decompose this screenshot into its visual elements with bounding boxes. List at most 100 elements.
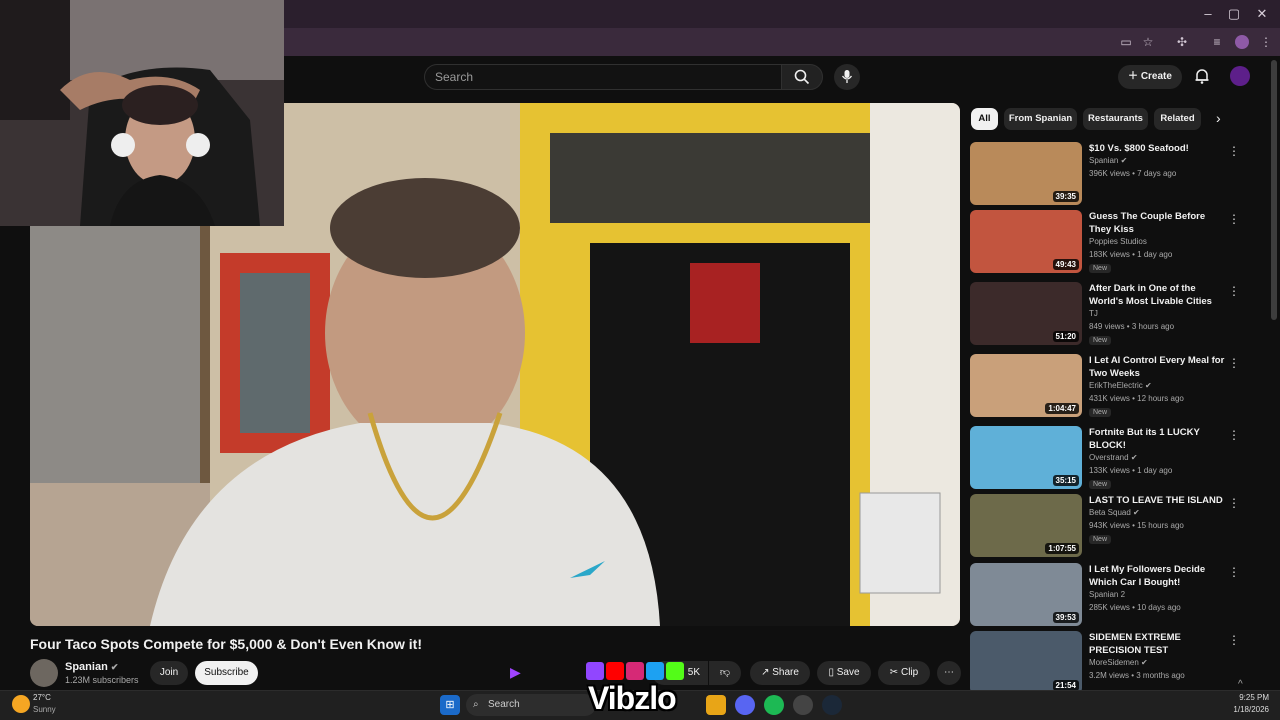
more-options-icon[interactable]: ⋮ — [1228, 565, 1240, 579]
channel-label: Overstrand — [1089, 453, 1129, 462]
notifications-button[interactable] — [1193, 67, 1211, 85]
bookmark-star-icon[interactable]: ☆ — [1138, 32, 1158, 52]
channel-avatar[interactable] — [30, 659, 58, 687]
search-input[interactable]: Search — [424, 64, 782, 90]
recommendation-title[interactable]: I Let AI Control Every Meal for Two Week… — [1089, 354, 1227, 380]
share-button[interactable]: ↗ Share — [750, 661, 810, 685]
more-options-icon[interactable]: ⋮ — [1228, 633, 1240, 647]
video-thumbnail[interactable]: 51:20 — [970, 282, 1082, 345]
channel-label: Beta Squad — [1089, 508, 1131, 517]
discord-icon[interactable] — [735, 695, 755, 715]
recommendation-title[interactable]: LAST TO LEAVE THE ISLAND — [1089, 494, 1227, 507]
chip-restaurants[interactable]: Restaurants — [1083, 108, 1148, 130]
chevron-right-icon[interactable]: › — [1216, 110, 1221, 126]
cast-icon[interactable]: ▭ — [1116, 32, 1136, 52]
minimize-button[interactable]: – — [1198, 4, 1218, 24]
clip-button[interactable]: ✂ Clip — [878, 661, 930, 685]
twitch-icon — [586, 662, 604, 680]
search-icon: ⌕ — [473, 699, 479, 710]
chip-all[interactable]: All — [971, 108, 998, 130]
steam-icon[interactable] — [822, 695, 842, 715]
voice-search-button[interactable] — [834, 64, 860, 90]
create-label: Create — [1140, 71, 1172, 82]
video-duration: 51:20 — [1052, 331, 1079, 342]
microphone-icon — [841, 70, 853, 83]
recommendation-card[interactable]: 1:04:47 I Let AI Control Every Meal for T… — [970, 354, 1240, 418]
channel-name[interactable]: Spanian ✔ — [65, 661, 118, 673]
recommendation-title[interactable]: Fortnite But its 1 LUCKY BLOCK! — [1089, 426, 1227, 452]
video-thumbnail[interactable]: 1:04:47 — [970, 354, 1082, 417]
recommendation-card[interactable]: 49:43 Guess The Couple Before They Kiss Po… — [970, 210, 1240, 274]
vibzlo-watermark: Vibzlo — [588, 680, 677, 716]
tray-chevron-icon[interactable]: ^ — [1238, 679, 1243, 690]
dislike-button[interactable]: 👎︎ — [709, 661, 741, 685]
chip-from-spanian[interactable]: From Spanian — [1004, 108, 1077, 130]
recommendation-title[interactable]: After Dark in One of the World's Most Li… — [1089, 282, 1227, 308]
new-badge: New — [1089, 535, 1112, 544]
video-thumbnail[interactable]: 21:54 — [970, 631, 1082, 694]
taskbar-search[interactable]: ⌕ Search — [466, 694, 596, 716]
more-options-icon[interactable]: ⋮ — [1228, 144, 1240, 158]
recommendation-channel[interactable]: TJ — [1089, 309, 1098, 318]
maximize-button[interactable]: ▢ — [1224, 4, 1244, 24]
chrome-icon[interactable] — [793, 695, 813, 715]
channel-label: Spanian 2 — [1089, 590, 1126, 599]
start-icon[interactable]: ⊞ — [440, 695, 460, 715]
video-thumbnail[interactable]: 39:53 — [970, 563, 1082, 626]
join-button[interactable]: Join — [150, 661, 188, 685]
subscribe-button[interactable]: Subscribe — [195, 661, 258, 685]
recommendation-channel[interactable]: ErikTheElectric ✔ — [1089, 381, 1152, 390]
video-thumbnail[interactable]: 39:35 — [970, 142, 1082, 205]
recommendation-card[interactable]: 1:07:55 LAST TO LEAVE THE ISLAND Beta Squa… — [970, 494, 1240, 558]
weather-temp[interactable]: 27°C — [33, 693, 51, 702]
save-button[interactable]: ▯ Save — [817, 661, 871, 685]
more-options-icon[interactable]: ⋮ — [1228, 356, 1240, 370]
plus-icon: ＋ — [1128, 71, 1139, 82]
recommendation-channel[interactable]: Spanian 2 — [1089, 590, 1125, 599]
search-icon — [794, 69, 810, 85]
user-avatar[interactable] — [1230, 66, 1250, 86]
share-label: Share — [772, 667, 799, 678]
recommendation-channel[interactable]: MoreSidemen ✔ — [1089, 658, 1148, 667]
close-button[interactable]: ✕ — [1252, 4, 1272, 24]
recommendation-card[interactable]: 51:20 After Dark in One of the World's Mo… — [970, 282, 1240, 346]
scrollbar[interactable] — [1271, 60, 1277, 320]
create-button[interactable]: ＋ Create — [1118, 65, 1182, 89]
more-options-icon[interactable]: ⋮ — [1228, 496, 1240, 510]
video-thumbnail[interactable]: 35:15 — [970, 426, 1082, 489]
recommendation-card[interactable]: 35:15 Fortnite But its 1 LUCKY BLOCK! Over… — [970, 426, 1240, 490]
video-thumbnail[interactable]: 1:07:55 — [970, 494, 1082, 557]
channel-label: MoreSidemen — [1089, 658, 1139, 667]
taskbar-time[interactable]: 9:25 PM — [1205, 693, 1269, 702]
recommendation-card[interactable]: 39:35 $10 Vs. $800 Seafood! Spanian ✔ 396K … — [970, 142, 1240, 206]
recommendation-card[interactable]: 21:54 SIDEMEN EXTREME PRECISION TEST MoreS… — [970, 631, 1240, 695]
more-actions-button[interactable]: ⋯ — [937, 661, 961, 685]
recommendation-title[interactable]: $10 Vs. $800 Seafood! — [1089, 142, 1227, 155]
chip-related[interactable]: Related — [1154, 108, 1201, 130]
recommendation-title[interactable]: I Let My Followers Decide Which Car I Bo… — [1089, 563, 1227, 589]
recommendation-channel[interactable]: Poppies Studios — [1089, 237, 1147, 246]
more-options-icon[interactable]: ⋮ — [1228, 212, 1240, 226]
video-thumbnail[interactable]: 49:43 — [970, 210, 1082, 273]
kick-icon — [666, 662, 684, 680]
extensions-icon[interactable]: ✣ — [1172, 32, 1192, 52]
search-button[interactable] — [781, 64, 823, 90]
recommendation-title[interactable]: SIDEMEN EXTREME PRECISION TEST — [1089, 631, 1227, 657]
browser-menu-icon[interactable]: ⋮ — [1256, 32, 1276, 52]
more-options-icon[interactable]: ⋮ — [1228, 284, 1240, 298]
reading-list-icon[interactable]: ≡ — [1207, 32, 1227, 52]
recommendation-card[interactable]: 39:53 I Let My Followers Decide Which Car… — [970, 563, 1240, 627]
recommendation-channel[interactable]: Spanian ✔ — [1089, 156, 1127, 165]
recommendation-channel[interactable]: Beta Squad ✔ — [1089, 508, 1140, 517]
file-explorer-icon[interactable] — [706, 695, 726, 715]
recommendation-meta: 849 views • 3 hours ago — [1089, 322, 1175, 331]
weather-desc: Sunny — [33, 705, 56, 714]
recommendation-channel[interactable]: Overstrand ✔ — [1089, 453, 1138, 462]
recommendation-title[interactable]: Guess The Couple Before They Kiss — [1089, 210, 1227, 236]
recommendation-meta: 3.2M views • 3 months ago — [1089, 671, 1185, 680]
profile-icon[interactable] — [1232, 32, 1252, 52]
more-options-icon[interactable]: ⋮ — [1228, 428, 1240, 442]
spotify-icon[interactable] — [764, 695, 784, 715]
verified-icon: ✔ — [1141, 658, 1148, 667]
recommendation-meta: 943K views • 15 hours ago — [1089, 521, 1184, 530]
